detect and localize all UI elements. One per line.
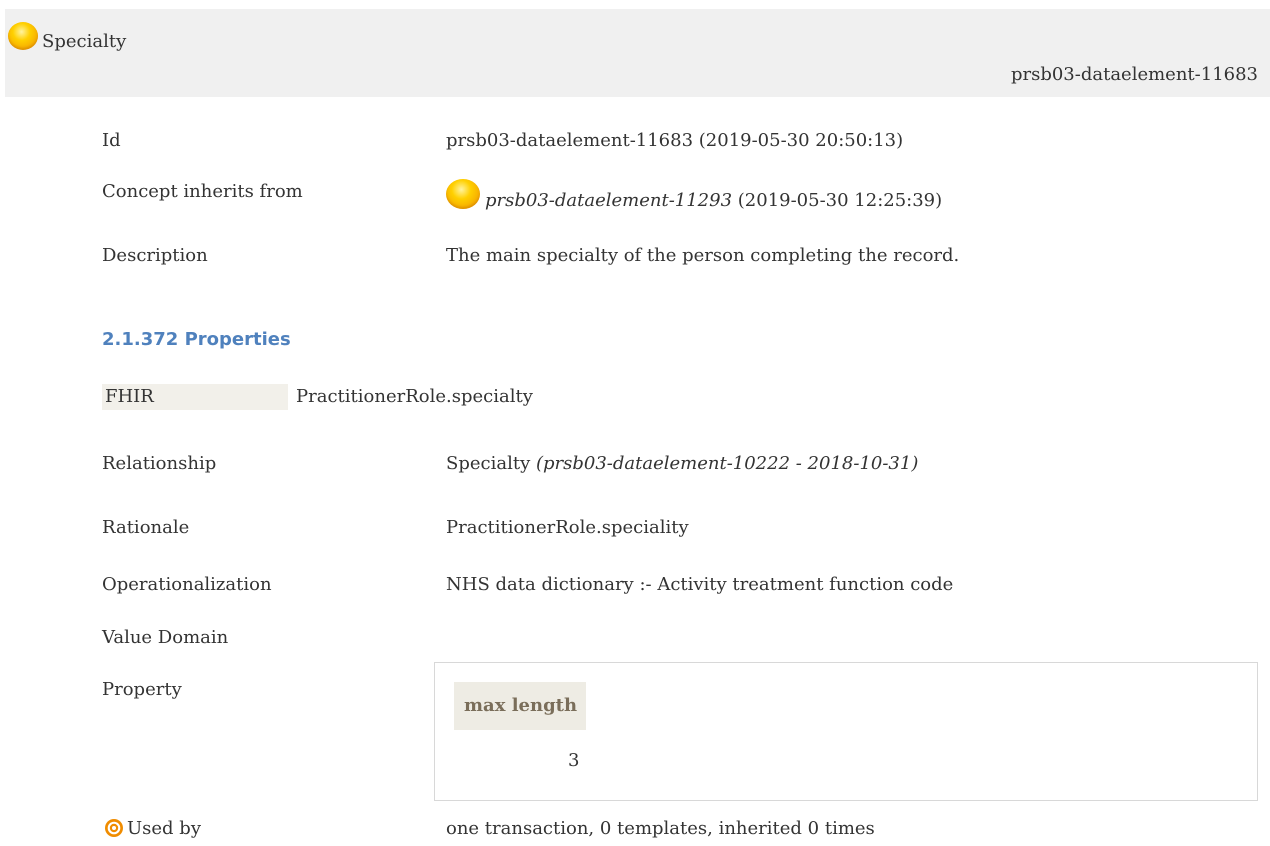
target-icon [105,819,123,837]
property-value-max-length: 3 [568,750,580,771]
id-label: Id [102,130,121,151]
relationship-label: Relationship [102,453,217,474]
relationship-value: Specialty (prsb03-dataelement-10222 - 20… [446,453,918,474]
inherits-orb-icon [446,179,480,209]
relationship-ref[interactable]: (prsb03-dataelement-10222 - 2018-10-31) [536,453,918,474]
rationale-label: Rationale [102,517,190,538]
property-table: max length 3 [434,662,1258,801]
inherits-label: Concept inherits from [102,181,303,202]
fhir-value: PractitionerRole.specialty [296,386,533,407]
property-header-max-length: max length [454,682,586,730]
description-label: Description [102,245,208,266]
value-domain-label: Value Domain [102,627,229,648]
property-label: Property [102,679,182,700]
inherits-value: prsb03-dataelement-11293 (2019-05-30 12:… [485,190,942,211]
fhir-label: FHIR [102,384,288,410]
id-value: prsb03-dataelement-11683 (2019-05-30 20:… [446,130,904,151]
operationalization-label: Operationalization [102,574,272,595]
used-by-label: Used by [127,818,201,839]
inherits-link[interactable]: prsb03-dataelement-11293 [485,190,732,211]
concept-header: Specialty prsb03-dataelement-11683 [5,9,1270,97]
relationship-name: Specialty [446,453,536,474]
properties-heading: 2.1.372 Properties [102,329,291,350]
operationalization-value: NHS data dictionary :- Activity treatmen… [446,574,954,595]
rationale-value: PractitionerRole.speciality [446,517,689,538]
concept-header-id: prsb03-dataelement-11683 [1010,64,1258,85]
concept-title: Specialty [42,31,127,52]
concept-orb-icon [8,22,38,50]
used-by-value[interactable]: one transaction, 0 templates, inherited … [446,818,875,839]
inherits-date: (2019-05-30 12:25:39) [732,190,943,211]
description-value: The main specialty of the person complet… [446,245,960,266]
